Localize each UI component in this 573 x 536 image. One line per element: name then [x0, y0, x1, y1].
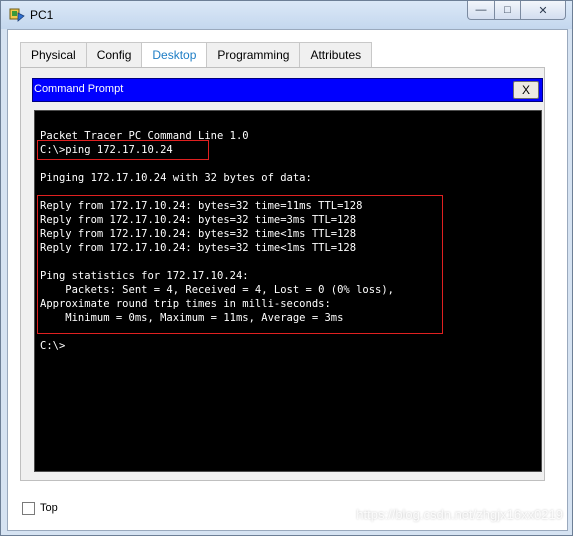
command-prompt-close-button[interactable]: X — [513, 81, 539, 99]
minimize-button[interactable]: — — [467, 1, 495, 20]
window-controls: — □ ✕ — [467, 1, 566, 21]
window-title: PC1 — [30, 8, 54, 22]
close-icon: ✕ — [538, 4, 548, 17]
top-checkbox[interactable] — [22, 502, 35, 515]
ping-results-highlight — [37, 195, 443, 334]
tab-physical[interactable]: Physical — [20, 42, 87, 67]
maximize-icon: □ — [504, 4, 511, 16]
tab-bar: Physical Config Desktop Programming Attr… — [20, 42, 373, 69]
pc-icon — [9, 8, 25, 22]
watermark: https://blog.csdn.net/zhgjx16xx0219 — [356, 507, 563, 522]
top-checkbox-label: Top — [40, 502, 58, 514]
client-area: Physical Config Desktop Programming Attr… — [7, 29, 568, 531]
tab-programming[interactable]: Programming — [206, 42, 301, 67]
title-bar[interactable]: PC1 — □ ✕ — [1, 1, 572, 29]
terminal-output[interactable]: Packet Tracer PC Command Line 1.0 C:\>pi… — [34, 110, 542, 472]
terminal-line: C:\> — [40, 340, 66, 352]
app-window: PC1 — □ ✕ Physical Config Desktop Progra… — [0, 0, 573, 536]
minimize-icon: — — [475, 4, 487, 16]
ping-command-highlight — [37, 140, 209, 160]
tab-desktop[interactable]: Desktop — [141, 42, 208, 69]
tab-config[interactable]: Config — [85, 42, 143, 67]
maximize-button[interactable]: □ — [495, 1, 521, 20]
desktop-panel: Command Prompt X Packet Tracer PC Comman… — [20, 67, 545, 481]
close-button[interactable]: ✕ — [521, 1, 566, 20]
terminal-line: Pinging 172.17.10.24 with 32 bytes of da… — [40, 172, 312, 184]
command-prompt-titlebar: Command Prompt X — [32, 78, 543, 102]
tab-attributes[interactable]: Attributes — [299, 42, 373, 67]
command-prompt-title: Command Prompt — [34, 83, 124, 95]
